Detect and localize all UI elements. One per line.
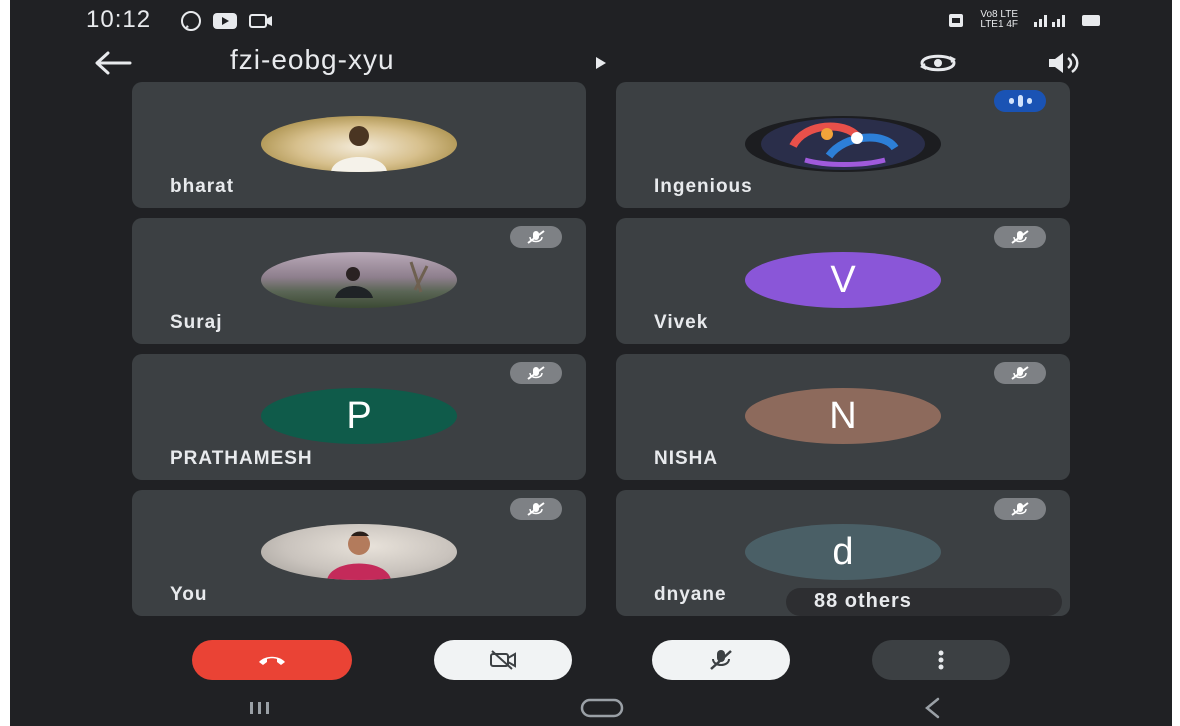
youtube-icon bbox=[213, 13, 237, 29]
call-header: fzi-eobg-xyu bbox=[10, 40, 1172, 86]
avatar-initial: d bbox=[745, 524, 941, 580]
status-bar: 10:12 Vo8 LTE LTE1 4F bbox=[10, 0, 1172, 40]
avatar bbox=[261, 116, 457, 172]
mic-off-icon bbox=[994, 498, 1046, 520]
mic-off-icon bbox=[510, 362, 562, 384]
network-type-label: Vo8 LTE LTE1 4F bbox=[980, 9, 1018, 30]
mic-off-icon bbox=[510, 226, 562, 248]
switch-camera-icon[interactable] bbox=[916, 48, 960, 78]
whatsapp-icon bbox=[181, 11, 201, 31]
participant-tile-ingenious[interactable]: Ingenious bbox=[616, 82, 1070, 208]
participant-name: PRATHAMESH bbox=[170, 448, 313, 469]
participant-name: bharat bbox=[170, 176, 235, 197]
recents-icon[interactable] bbox=[248, 700, 272, 716]
participant-tile-you[interactable]: You bbox=[132, 490, 586, 616]
participant-tile-suraj[interactable]: Suraj bbox=[132, 218, 586, 344]
phone-hangup-icon bbox=[259, 656, 285, 665]
notification-icons bbox=[180, 10, 274, 32]
meeting-code[interactable]: fzi-eobg-xyu bbox=[230, 44, 395, 76]
person-photo-icon bbox=[331, 126, 387, 172]
others-count-label[interactable]: 88 others bbox=[814, 590, 912, 613]
video-notification-icon bbox=[249, 14, 272, 28]
camera-off-icon bbox=[490, 650, 516, 670]
mic-off-icon bbox=[994, 226, 1046, 248]
person-photo-icon bbox=[335, 261, 429, 298]
participant-name: Vivek bbox=[654, 312, 709, 333]
system-status-icons: Vo8 LTE LTE1 4F bbox=[946, 10, 1102, 30]
speaking-indicator-icon bbox=[994, 90, 1046, 112]
alarm-icon bbox=[949, 14, 964, 27]
participant-tile-vivek[interactable]: V Vivek bbox=[616, 218, 1070, 344]
ingenious-logo-icon bbox=[761, 118, 925, 170]
status-time: 10:12 bbox=[86, 6, 152, 33]
participant-tile-bharat[interactable]: bharat bbox=[132, 82, 586, 208]
person-photo-icon bbox=[327, 531, 391, 580]
avatar-initial: P bbox=[261, 388, 457, 444]
more-vert-icon bbox=[938, 650, 944, 670]
home-icon[interactable] bbox=[580, 698, 624, 718]
participant-name: NISHA bbox=[654, 448, 719, 469]
mic-toggle-button[interactable] bbox=[652, 640, 790, 680]
back-nav-icon[interactable] bbox=[922, 696, 942, 720]
avatar-initial: N bbox=[745, 388, 941, 444]
participant-tile-prathamesh[interactable]: P PRATHAMESH bbox=[132, 354, 586, 480]
mic-off-icon bbox=[994, 362, 1046, 384]
meet-call-screen: 10:12 Vo8 LTE LTE1 4F fzi-eobg-xyu bhara… bbox=[10, 0, 1172, 726]
back-arrow-icon[interactable] bbox=[92, 50, 132, 76]
mic-off-icon bbox=[510, 498, 562, 520]
participant-name: Ingenious bbox=[654, 176, 753, 197]
avatar-initial: V bbox=[745, 252, 941, 308]
end-call-button[interactable] bbox=[192, 640, 352, 680]
signal-icon bbox=[1034, 15, 1065, 27]
battery-icon bbox=[1082, 15, 1100, 26]
participant-name: Suraj bbox=[170, 312, 223, 333]
avatar bbox=[261, 252, 457, 308]
avatar bbox=[261, 524, 457, 580]
more-options-button[interactable] bbox=[872, 640, 1010, 680]
participant-name: dnyane bbox=[654, 584, 727, 605]
camera-toggle-button[interactable] bbox=[434, 640, 572, 680]
avatar bbox=[745, 116, 941, 172]
mic-off-icon bbox=[710, 650, 732, 670]
android-nav-bar bbox=[10, 690, 1172, 726]
caret-right-icon[interactable] bbox=[594, 56, 608, 70]
speaker-icon[interactable] bbox=[1046, 50, 1082, 76]
participant-tile-nisha[interactable]: N NISHA bbox=[616, 354, 1070, 480]
participant-name: You bbox=[170, 584, 208, 605]
